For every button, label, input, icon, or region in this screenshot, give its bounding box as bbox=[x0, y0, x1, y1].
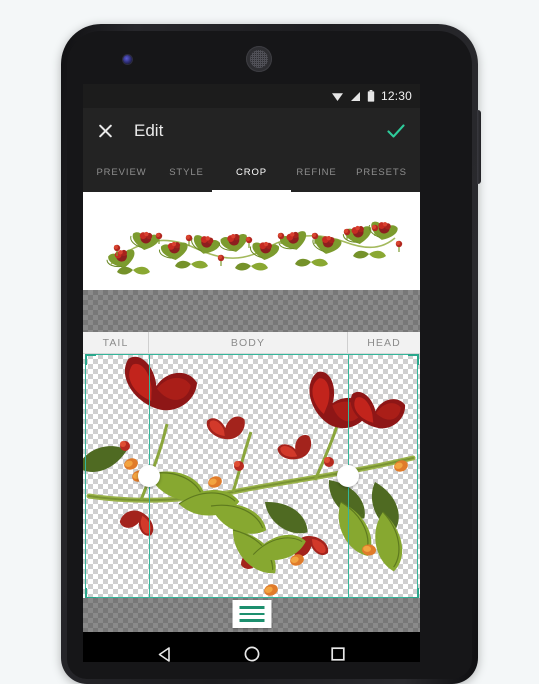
page-title: Edit bbox=[134, 121, 164, 140]
hamburger-lines-icon bbox=[239, 612, 264, 616]
transparency-band bbox=[83, 290, 420, 332]
tab-preview[interactable]: PREVIEW bbox=[89, 167, 154, 178]
tab-bar: PREVIEW STYLE CROP REFINE PRESETS bbox=[83, 154, 420, 190]
preview-artwork bbox=[104, 218, 403, 275]
front-camera-icon bbox=[123, 55, 132, 64]
crop-canvas[interactable] bbox=[83, 354, 420, 598]
wifi-icon bbox=[331, 91, 344, 102]
status-clock: 12:30 bbox=[380, 89, 412, 103]
tab-crop[interactable]: CROP bbox=[219, 167, 284, 178]
segment-label-tail[interactable]: TAIL bbox=[83, 332, 149, 353]
cellular-signal-icon bbox=[350, 91, 361, 102]
earpiece-speaker-icon bbox=[246, 46, 272, 72]
status-bar: 12:30 bbox=[83, 84, 420, 108]
segment-label-head[interactable]: HEAD bbox=[348, 332, 420, 353]
crop-canvas-lower-band bbox=[83, 598, 420, 632]
crop-artwork bbox=[83, 354, 416, 598]
tab-refine[interactable]: REFINE bbox=[284, 167, 349, 178]
phone-screen: 12:30 Edit PREVIEW STYLE CROP REFINE PRE… bbox=[83, 84, 420, 662]
recents-square-icon[interactable] bbox=[330, 646, 346, 662]
home-circle-icon[interactable] bbox=[243, 645, 261, 662]
check-icon[interactable] bbox=[386, 121, 406, 141]
crop-handle-tail[interactable] bbox=[137, 465, 160, 487]
layers-menu-button[interactable] bbox=[232, 600, 271, 628]
tab-presets[interactable]: PRESETS bbox=[349, 167, 414, 178]
close-icon[interactable] bbox=[97, 123, 114, 140]
android-nav-bar bbox=[83, 632, 420, 662]
segment-label-body[interactable]: BODY bbox=[149, 332, 348, 353]
battery-icon bbox=[367, 90, 375, 102]
app-bar: Edit bbox=[83, 108, 420, 154]
pattern-preview-strip bbox=[83, 192, 420, 290]
segment-label-bar: TAIL BODY HEAD bbox=[83, 332, 420, 354]
back-triangle-icon[interactable] bbox=[157, 646, 174, 663]
crop-handle-head[interactable] bbox=[336, 465, 359, 487]
power-button[interactable] bbox=[477, 110, 481, 184]
hamburger-lines-icon bbox=[239, 619, 264, 622]
tab-style[interactable]: STYLE bbox=[154, 167, 219, 178]
hamburger-lines-icon bbox=[239, 606, 264, 609]
phone-device: 12:30 Edit PREVIEW STYLE CROP REFINE PRE… bbox=[61, 24, 481, 684]
